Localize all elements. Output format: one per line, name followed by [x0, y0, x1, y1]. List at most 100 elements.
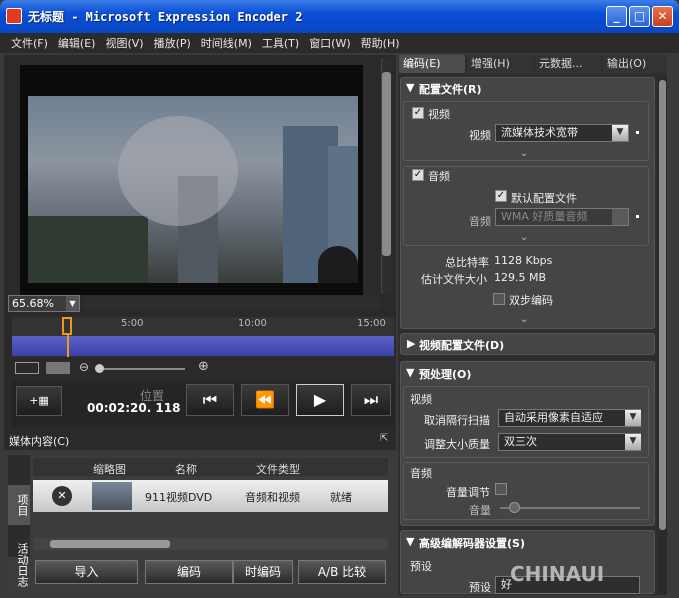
triangle-down-icon[interactable]: ▼	[406, 81, 414, 94]
volume-slider-thumb[interactable]	[509, 502, 520, 513]
go-to-start-button[interactable]: ⏮	[186, 384, 234, 416]
triangle-right-icon[interactable]: ▶	[407, 337, 415, 350]
chevron-down-icon[interactable]	[612, 209, 628, 225]
volume-adjust-label: 音量调节	[446, 486, 490, 499]
audio-label: 音频	[469, 215, 491, 228]
media-scroll-thumb[interactable]	[50, 540, 170, 548]
maximize-button[interactable]: □	[629, 6, 650, 27]
volume-label: 音量	[469, 504, 491, 517]
chevron-down-icon[interactable]: ▼	[66, 296, 79, 311]
encode-button[interactable]: 编码	[145, 560, 233, 584]
playhead[interactable]	[62, 317, 72, 335]
file-size-label: 估计文件大小	[421, 273, 487, 286]
app-icon[interactable]	[6, 8, 22, 24]
preset-label: 预设	[469, 581, 491, 594]
deinterlace-select[interactable]: 自动采用像素自适应	[498, 409, 641, 427]
default-profile-checkbox[interactable]: ✓	[495, 190, 507, 202]
audio-profile-select[interactable]: WMA 好质量音频	[495, 208, 629, 226]
tab-metadata[interactable]: 元数据...	[535, 55, 601, 73]
column-thumbnail[interactable]: 缩略图	[93, 461, 126, 477]
menu-view[interactable]: 视图(V)	[100, 35, 148, 51]
add-marker-icon[interactable]: +▦	[16, 386, 62, 416]
tab-encode[interactable]: 编码(E)	[399, 55, 465, 73]
video-checkbox[interactable]: ✓	[412, 107, 424, 119]
preset-header: 预设	[410, 560, 432, 573]
column-name[interactable]: 名称	[175, 461, 197, 477]
menu-tools[interactable]: 工具(T)	[257, 35, 304, 51]
step-forward-button[interactable]: ⏭	[351, 384, 391, 416]
popout-icon[interactable]: ⇱	[380, 433, 388, 444]
tick-label: 10:00	[238, 318, 267, 329]
tab-project[interactable]: 项目	[8, 485, 30, 525]
viewer-horizontal-scrollbar[interactable]	[84, 297, 380, 309]
audio-checkbox[interactable]: ✓	[412, 169, 424, 181]
options-dot-icon[interactable]	[636, 131, 639, 134]
waveform-icon[interactable]	[46, 362, 70, 374]
timeline-zoom-slider[interactable]	[95, 368, 185, 370]
timed-encode-button[interactable]: 时编码	[233, 560, 293, 584]
two-pass-label: 双步编码	[509, 294, 553, 307]
chevron-down-icon[interactable]: ⌄	[520, 148, 528, 159]
triangle-down-icon[interactable]: ▼	[406, 366, 414, 379]
profile-title[interactable]: 配置文件(R)	[419, 81, 482, 97]
tab-enhance[interactable]: 增强(H)	[467, 55, 533, 73]
zoom-in-icon[interactable]: ⊕	[198, 359, 209, 374]
chevron-down-icon[interactable]: ⌄	[520, 314, 528, 325]
triangle-down-icon[interactable]: ▼	[406, 535, 414, 548]
media-thumbnail	[92, 482, 132, 510]
media-table-header: 缩略图 名称 文件类型	[33, 458, 388, 476]
two-pass-checkbox[interactable]	[493, 293, 505, 305]
file-size-value: 129.5 MB	[494, 271, 547, 284]
media-content-title: 媒体内容(C)	[9, 435, 70, 448]
tab-output[interactable]: 输出(O)	[603, 55, 667, 73]
video-frame	[28, 96, 358, 283]
ab-compare-button[interactable]: A/B 比较	[298, 560, 386, 584]
resize-quality-label: 调整大小质量	[424, 438, 490, 451]
volume-slider[interactable]	[500, 507, 640, 509]
codec-title[interactable]: 高级编解码器设置(S)	[419, 535, 525, 551]
video-profile-select[interactable]: 流媒体技术宽带	[495, 124, 629, 142]
column-file-type[interactable]: 文件类型	[256, 461, 300, 477]
settings-scroll-thumb[interactable]	[659, 80, 666, 530]
preprocess-audio-header: 音频	[410, 467, 432, 480]
import-button[interactable]: 导入	[35, 560, 138, 584]
video-profile-title[interactable]: 视频配置文件(D)	[419, 337, 504, 353]
menu-file[interactable]: 文件(F)	[6, 35, 53, 51]
play-button[interactable]: ▶	[296, 384, 344, 416]
timeline-track[interactable]	[12, 336, 394, 356]
watermark-logo: CHINAUI	[510, 562, 605, 586]
tab-activity-log[interactable]: 活动日志	[8, 535, 30, 595]
zoom-out-icon[interactable]: ⊖	[79, 360, 89, 374]
resize-quality-select[interactable]: 双三次	[498, 433, 641, 451]
tick-label: 15:00	[357, 318, 386, 329]
playhead-line	[67, 335, 69, 357]
chevron-down-icon[interactable]: ▼	[625, 410, 641, 426]
menu-help[interactable]: 帮助(H)	[356, 35, 405, 51]
position-value: 00:02:20. 118	[87, 401, 181, 415]
deinterlace-label: 取消隔行扫描	[424, 414, 490, 427]
media-name: 911视频DVD	[145, 491, 213, 504]
options-dot-icon[interactable]	[636, 215, 639, 218]
bitrate-label: 总比特率	[445, 256, 489, 269]
menu-edit[interactable]: 编辑(E)	[53, 35, 101, 51]
step-back-button[interactable]: ⏪	[241, 384, 289, 416]
default-profile-label: 默认配置文件	[511, 192, 577, 205]
menu-timeline[interactable]: 时间线(M)	[196, 35, 257, 51]
audio-check-label: 音频	[428, 170, 450, 183]
close-button[interactable]: ✕	[652, 6, 673, 27]
chevron-down-icon[interactable]: ▼	[612, 125, 628, 141]
chevron-down-icon[interactable]: ⌄	[520, 232, 528, 243]
zoom-slider-thumb[interactable]	[95, 364, 104, 373]
minimize-button[interactable]: _	[606, 6, 627, 27]
remove-icon[interactable]: ✕	[52, 486, 72, 506]
film-icon[interactable]	[15, 362, 39, 374]
menu-play[interactable]: 播放(P)	[149, 35, 196, 51]
viewer-scroll-thumb[interactable]	[382, 72, 391, 256]
chevron-down-icon[interactable]: ▼	[625, 434, 641, 450]
menu-window[interactable]: 窗口(W)	[304, 35, 355, 51]
media-status: 就绪	[330, 491, 352, 504]
preprocess-title[interactable]: 预处理(O)	[419, 366, 471, 382]
table-row[interactable]: 911视频DVD 音频和视频 就绪	[33, 480, 388, 512]
volume-adjust-checkbox[interactable]	[495, 483, 507, 495]
menu-bar: 文件(F) 编辑(E) 视图(V) 播放(P) 时间线(M) 工具(T) 窗口(…	[0, 33, 679, 53]
